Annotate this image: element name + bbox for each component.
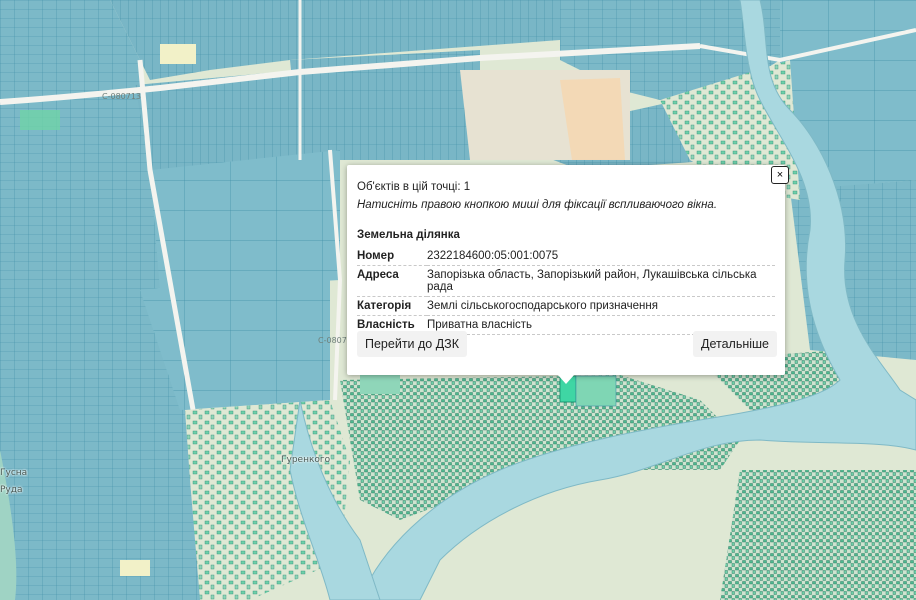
popup-actions: Перейти до ДЗК Детальніше [357, 331, 777, 357]
close-icon[interactable]: × [771, 166, 789, 184]
row-label: Адреса [357, 265, 427, 297]
address-value: Запорізька область, Запорізький район, Л… [427, 265, 775, 297]
place-label: Гусна [0, 468, 28, 478]
details-button[interactable]: Детальніше [692, 331, 777, 357]
row-label: Категорія [357, 296, 427, 316]
cadastral-number: 2322184600:05:001:0075 [427, 247, 775, 266]
parcel-info-table: Номер 2322184600:05:001:0075 Адреса Запо… [357, 247, 775, 335]
table-row: Адреса Запорізька область, Запорізький р… [357, 265, 775, 297]
goto-dzk-button[interactable]: Перейти до ДЗК [357, 331, 468, 357]
road-label: С-080713 [102, 92, 142, 101]
place-label: Руда [0, 485, 23, 495]
row-label: Номер [357, 247, 427, 266]
objects-count: Об'єктів в цій точці: 1 [357, 181, 471, 193]
popup-pointer [557, 374, 575, 384]
popup-close-wrap: × [769, 166, 789, 186]
popup-hint: Натисніть правою кнопкою миші для фіксац… [357, 199, 718, 211]
place-label: Гуренкого [281, 455, 331, 465]
table-row: Категорія Землі сільськогосподарського п… [357, 296, 775, 316]
parcel-popup: Об'єктів в цій точці: 1 Натисніть правою… [347, 165, 785, 375]
table-row: Номер 2322184600:05:001:0075 [357, 247, 775, 266]
section-title: Земельна ділянка [357, 229, 460, 241]
category-value: Землі сільськогосподарського призначення [427, 296, 775, 316]
